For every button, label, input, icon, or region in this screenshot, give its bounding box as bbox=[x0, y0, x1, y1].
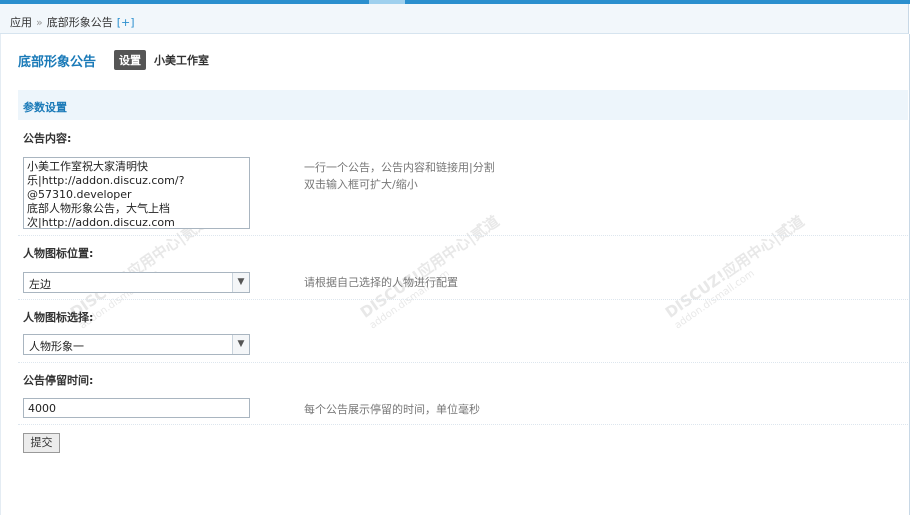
row-divider bbox=[18, 235, 908, 236]
submit-button[interactable]: 提交 bbox=[23, 433, 60, 453]
icon-select-label: 人物图标选择: bbox=[23, 311, 94, 324]
chevron-down-icon[interactable]: ▼ bbox=[232, 335, 249, 354]
content-hint-line1: 一行一个公告，公告内容和链接用|分割 bbox=[304, 161, 495, 174]
page-header: 底部形象公告 设置 小美工作室 bbox=[18, 50, 209, 70]
stay-time-input[interactable] bbox=[23, 398, 250, 418]
tab-developer[interactable]: 小美工作室 bbox=[154, 52, 209, 68]
content-label: 公告内容: bbox=[23, 132, 72, 145]
breadcrumb-separator: » bbox=[36, 16, 43, 29]
page-title: 底部形象公告 bbox=[18, 54, 97, 70]
add-shortcut-link[interactable]: [+] bbox=[117, 16, 135, 29]
breadcrumb-current: 底部形象公告 bbox=[46, 16, 113, 29]
icon-position-value: 左边 bbox=[29, 278, 51, 291]
row-divider bbox=[18, 424, 908, 425]
content-hint-line2: 双击输入框可扩大/缩小 bbox=[304, 178, 418, 191]
section-title: 参数设置 bbox=[18, 90, 908, 120]
watermark: DISCUZ!应用中心|贰道 addon.dismall.com bbox=[661, 211, 815, 332]
icon-position-label: 人物图标位置: bbox=[23, 247, 94, 260]
chevron-down-icon[interactable]: ▼ bbox=[232, 273, 249, 292]
frame-border-left bbox=[0, 34, 1, 515]
breadcrumb: 应用 » 底部形象公告 [+] bbox=[0, 4, 909, 34]
row-divider bbox=[18, 362, 908, 363]
row-divider bbox=[18, 299, 908, 300]
watermark-url: addon.dismall.com bbox=[672, 268, 757, 332]
announcement-content-textarea[interactable] bbox=[23, 157, 250, 229]
content-hint: 一行一个公告，公告内容和链接用|分割 双击输入框可扩大/缩小 bbox=[304, 159, 495, 193]
stay-time-hint: 每个公告展示停留的时间，单位毫秒 bbox=[304, 403, 480, 416]
icon-select-value: 人物形象一 bbox=[29, 340, 84, 353]
stay-time-label: 公告停留时间: bbox=[23, 374, 94, 387]
icon-position-hint: 请根据自己选择的人物进行配置 bbox=[304, 276, 458, 289]
icon-select-select[interactable]: 人物形象一 ▼ bbox=[23, 334, 250, 355]
watermark-text: DISCUZ!应用中心|贰道 bbox=[356, 212, 503, 322]
watermark-text: DISCUZ!应用中心|贰道 bbox=[661, 212, 808, 322]
breadcrumb-root[interactable]: 应用 bbox=[10, 16, 32, 29]
icon-position-select[interactable]: 左边 ▼ bbox=[23, 272, 250, 293]
tab-settings[interactable]: 设置 bbox=[114, 50, 147, 70]
watermark: DISCUZ!应用中心|贰道 addon.dismall.com bbox=[356, 211, 510, 331]
